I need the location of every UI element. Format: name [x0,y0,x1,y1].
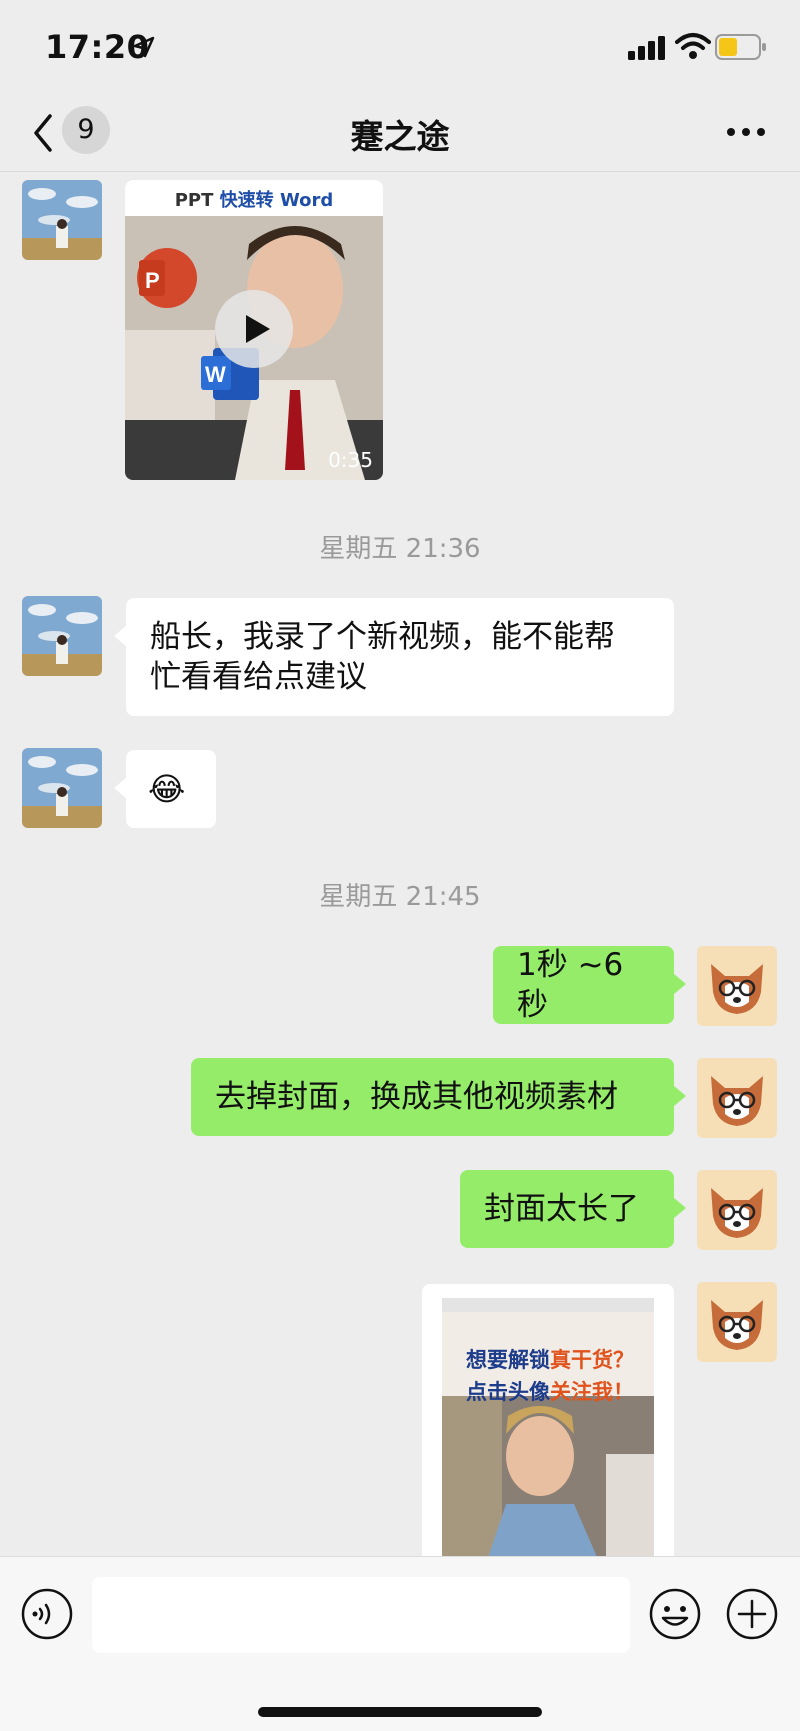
image-text-orange: 真干货？ [550,1348,634,1372]
video-duration: 0:35 [328,448,373,472]
contact-avatar[interactable] [22,596,102,676]
my-avatar[interactable] [697,1058,777,1138]
image-text-navy: 点击头像 [466,1380,550,1404]
video-message[interactable]: P W PPT 快速转 Word 0:35 [125,180,383,480]
message-text: 封面太长了 [484,1191,639,1227]
message-bubble-outgoing[interactable]: 1秒 ~6秒 [493,946,686,1024]
message-text: 船长，我录了个新视频，能不能帮 忙看看给点建议 [150,617,615,697]
my-avatar[interactable] [697,1170,777,1250]
more-dots-icon[interactable] [726,124,766,140]
message-bubble-incoming[interactable]: 船长，我录了个新视频，能不能帮 忙看看给点建议 [114,598,674,716]
message-text: 去掉封面，换成其他视频素材 [215,1079,618,1115]
plus-icon[interactable] [725,1587,779,1641]
play-icon[interactable] [215,290,293,368]
my-avatar[interactable] [697,946,777,1026]
voice-icon[interactable] [20,1587,74,1641]
signal-bars-icon [628,36,665,60]
timestamp: 星期五 21:36 [319,534,481,564]
message-bubble-incoming[interactable]: 😂 [114,750,216,828]
timestamp: 星期五 21:45 [319,882,481,912]
wifi-icon [675,33,711,59]
contact-avatar[interactable] [22,748,102,828]
image-message[interactable]: 想要解锁真干货？ 点击头像关注我！ [422,1284,674,1556]
message-bubble-outgoing[interactable]: 去掉封面，换成其他视频素材 [191,1058,686,1136]
video-caption: PPT 快速转 Word [125,186,383,212]
unread-count-badge[interactable]: 9 [62,106,110,154]
my-avatar[interactable] [697,1282,777,1362]
message-text: 1秒 ~6秒 [517,947,624,1023]
chevron-left-icon[interactable] [28,110,58,156]
message-bubble-outgoing[interactable]: 封面太长了 [460,1170,686,1248]
image-text-orange: 关注我！ [550,1380,634,1404]
message-list[interactable]: P W PPT 快速转 Word 0:35 星期五 21:36 船长，我录了个新… [0,172,800,1556]
message-text-line: 船长，我录了个新视频，能不能帮 [150,619,615,655]
input-bar [0,1556,800,1731]
message-text-line: 忙看看给点建议 [150,659,367,695]
emoji-message: 😂 [148,770,186,808]
svg-text:P: P [145,268,160,293]
location-arrow-icon [133,36,155,58]
home-indicator [258,1707,542,1717]
image-text-line1: 想要解锁真干货？ [440,1344,660,1374]
chat-title: 蹇之途 [350,117,450,156]
chat-header: 9 蹇之途 [0,96,800,172]
message-input[interactable] [92,1577,630,1653]
image-text-navy: 想要解锁 [466,1348,550,1372]
emoji-face-icon[interactable] [648,1587,702,1641]
status-bar: 17:20 [0,0,800,96]
video-caption-prefix: PPT [174,190,214,211]
video-caption-main: 快速转 Word [219,190,334,211]
contact-avatar[interactable] [22,180,102,260]
image-text-line2: 点击头像关注我！ [440,1376,660,1406]
battery-icon [715,34,766,60]
